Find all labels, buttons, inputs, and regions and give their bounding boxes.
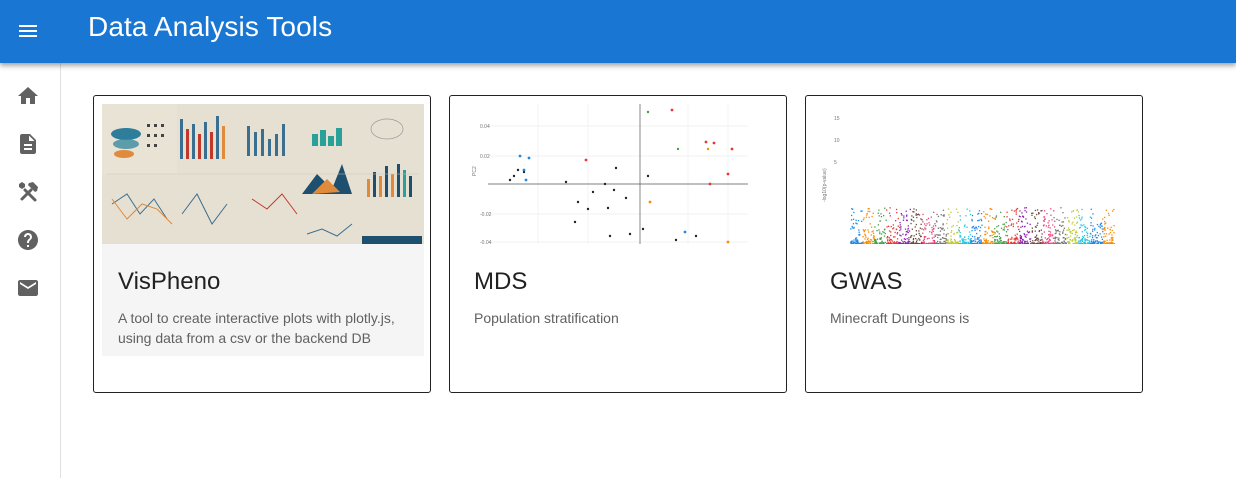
app-bar: Data Analysis Tools [0, 0, 1236, 63]
mail-icon [18, 280, 38, 296]
card-action-area[interactable]: 0.04 0.02 -0.02 -0.04 PC2 MDS Population str… [458, 104, 780, 356]
svg-text:0.02: 0.02 [480, 154, 490, 160]
card-action-area[interactable]: VisPheno A tool to create interactive pl… [102, 104, 424, 356]
svg-text:0.04: 0.04 [480, 124, 490, 130]
svg-text:PC2: PC2 [472, 166, 478, 176]
card-image-mds-scatter: 0.04 0.02 -0.02 -0.04 PC2 [458, 104, 780, 244]
app-title: Data Analysis Tools [88, 11, 333, 42]
svg-text:5: 5 [834, 160, 837, 166]
nav-help[interactable] [14, 226, 42, 254]
svg-text:15: 15 [834, 116, 840, 122]
card-description: Minecraft Dungeons is [830, 310, 970, 326]
document-icon [20, 134, 36, 154]
card-image-infographic [102, 104, 424, 244]
svg-text:-0.02: -0.02 [480, 212, 492, 218]
card-title: MDS [474, 268, 528, 295]
nav-contact[interactable] [14, 274, 42, 302]
card-description: Population stratification [474, 310, 619, 326]
card-description: A tool to create interactive plots with … [118, 310, 395, 346]
nav-tools[interactable] [14, 178, 42, 206]
help-icon [18, 230, 38, 250]
tools-icon [19, 182, 38, 202]
card-action-area[interactable]: 15 10 5 -log10(p-value) GWAS Minecraft Dung… [814, 104, 1136, 356]
nav-home[interactable] [14, 82, 42, 110]
menu-button[interactable] [10, 13, 46, 49]
card-image-manhattan: 15 10 5 -log10(p-value) [814, 104, 1136, 244]
svg-text:10: 10 [834, 138, 840, 144]
home-icon [18, 87, 38, 104]
card-gwas[interactable]: 15 10 5 -log10(p-value) GWAS Minecraft Dung… [805, 95, 1143, 393]
menu-icon [19, 25, 37, 37]
card-title: VisPheno [118, 268, 221, 295]
card-mds[interactable]: 0.04 0.02 -0.02 -0.04 PC2 MDS Population str… [449, 95, 787, 393]
sidebar [0, 63, 61, 478]
svg-text:-log10(p-value): -log10(p-value) [822, 168, 828, 202]
card-vispheno[interactable]: VisPheno A tool to create interactive pl… [93, 95, 431, 393]
svg-text:-0.04: -0.04 [480, 240, 492, 244]
card-title: GWAS [830, 268, 903, 295]
nav-docs[interactable] [14, 130, 42, 158]
